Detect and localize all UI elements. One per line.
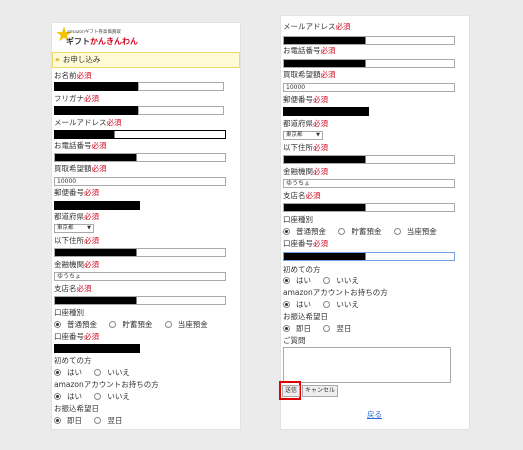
- amount-input[interactable]: 10000: [283, 83, 455, 92]
- transfer-date-radios: 即日 翌日: [54, 416, 132, 425]
- radio-button[interactable]: [54, 320, 61, 328]
- radio-button[interactable]: [94, 368, 102, 376]
- address-label: 以下住所必須: [54, 236, 99, 245]
- phone-label: お電話番号必須: [54, 141, 107, 150]
- furigana-input-2[interactable]: [138, 106, 224, 115]
- submit-button[interactable]: 送信: [282, 385, 300, 397]
- radio-button[interactable]: [393, 227, 401, 235]
- radio-button[interactable]: [323, 276, 331, 284]
- email-label: メールアドレス必須: [54, 118, 122, 127]
- zip-input[interactable]: [283, 107, 369, 116]
- account-number-input[interactable]: [54, 344, 140, 353]
- prefecture-select[interactable]: 東京都 ▼: [54, 224, 94, 233]
- form-panel-right: メールアドレス必須 お電話番号必須 買取希望額必須 10000 郵便番号必須 都…: [279, 15, 470, 430]
- transfer-date-label: お振込希望日: [54, 404, 99, 413]
- transfer-date-label: お振込希望日: [283, 312, 328, 321]
- phone-label: お電話番号必須: [283, 46, 336, 55]
- branch-label: 支店名必須: [283, 191, 321, 200]
- first-time-radios: はい いいえ: [54, 368, 140, 377]
- prefecture-label: 都道府県必須: [54, 212, 99, 221]
- phone-input[interactable]: [54, 153, 226, 162]
- radio-button[interactable]: [283, 324, 290, 332]
- first-time-label: 初めての方: [283, 265, 321, 274]
- account-number-label: 口座番号必須: [54, 332, 99, 341]
- zip-input[interactable]: [54, 201, 140, 210]
- bank-label: 金融機関必須: [54, 260, 99, 269]
- furigana-input-1[interactable]: [54, 106, 140, 115]
- radio-button[interactable]: [54, 368, 61, 376]
- radio-button[interactable]: [94, 392, 102, 400]
- amazon-account-label: amazonアカウントお持ちの方: [54, 380, 159, 389]
- bank-input[interactable]: ゆうちょ: [54, 272, 226, 281]
- branch-input[interactable]: [283, 203, 455, 212]
- section-header: » お申し込み: [52, 52, 240, 68]
- account-type-label: 口座種別: [54, 308, 84, 317]
- phone-input[interactable]: [283, 59, 455, 68]
- zip-label: 郵便番号必須: [283, 95, 328, 104]
- zip-label: 郵便番号必須: [54, 188, 99, 197]
- furigana-label: フリガナ必須: [54, 94, 99, 103]
- chevron-down-icon: ▼: [87, 225, 91, 231]
- address-label: 以下住所必須: [283, 143, 328, 152]
- amazon-account-radios: はい いいえ: [283, 300, 369, 309]
- account-type-radios: 普通預金 貯蓄預金 当座預金: [283, 227, 447, 236]
- email-input[interactable]: [283, 36, 455, 45]
- email-label: メールアドレス必須: [283, 22, 351, 31]
- amazon-account-radios: はい いいえ: [54, 392, 140, 401]
- radio-button[interactable]: [338, 227, 346, 235]
- questions-label: ご質問: [283, 336, 306, 345]
- amount-label: 買取希望額必須: [54, 164, 107, 173]
- account-number-input[interactable]: [283, 252, 455, 261]
- account-type-radios: 普通預金 貯蓄預金 当座預金: [54, 320, 218, 329]
- radio-button[interactable]: [94, 416, 102, 424]
- transfer-date-radios: 即日 翌日: [283, 324, 361, 333]
- back-link[interactable]: 戻る: [367, 409, 382, 420]
- amount-input[interactable]: 10000: [54, 177, 226, 186]
- chevron-down-icon: ▼: [316, 132, 320, 138]
- amazon-account-label: amazonアカウントお持ちの方: [283, 288, 388, 297]
- email-input[interactable]: [54, 130, 226, 139]
- questions-textarea[interactable]: [283, 347, 451, 383]
- prefecture-select[interactable]: 東京都 ▼: [283, 131, 323, 140]
- name-input-1[interactable]: [54, 82, 140, 91]
- radio-button[interactable]: [54, 392, 61, 400]
- amount-label: 買取希望額必須: [283, 70, 336, 79]
- form-panel-left: ★ amazonギフト券高価買取 ギフトかんきんわん » お申し込み お名前必須 …: [51, 22, 241, 430]
- bank-label: 金融機関必須: [283, 167, 328, 176]
- branch-input[interactable]: [54, 296, 226, 305]
- radio-button[interactable]: [109, 320, 117, 328]
- radio-button[interactable]: [164, 320, 172, 328]
- brand-logo: ★ amazonギフト券高価買取 ギフトかんきんわん: [55, 22, 138, 46]
- name-label: お名前必須: [54, 71, 92, 80]
- prefecture-label: 都道府県必須: [283, 119, 328, 128]
- name-input-2[interactable]: [138, 82, 224, 91]
- first-time-radios: はい いいえ: [283, 276, 369, 285]
- cancel-button[interactable]: キャンセル: [302, 385, 338, 397]
- radio-button[interactable]: [283, 276, 290, 284]
- radio-button[interactable]: [54, 416, 61, 424]
- bank-input[interactable]: ゆうちょ: [283, 179, 455, 188]
- radio-button[interactable]: [323, 324, 331, 332]
- account-number-label: 口座番号必須: [283, 239, 328, 248]
- radio-button[interactable]: [323, 300, 331, 308]
- first-time-label: 初めての方: [54, 356, 92, 365]
- branch-label: 支店名必須: [54, 284, 92, 293]
- account-type-label: 口座種別: [283, 215, 313, 224]
- address-input[interactable]: [54, 248, 226, 257]
- double-chevron-icon: »: [55, 55, 60, 64]
- address-input[interactable]: [283, 155, 455, 164]
- radio-button[interactable]: [283, 227, 290, 235]
- radio-button[interactable]: [283, 300, 290, 308]
